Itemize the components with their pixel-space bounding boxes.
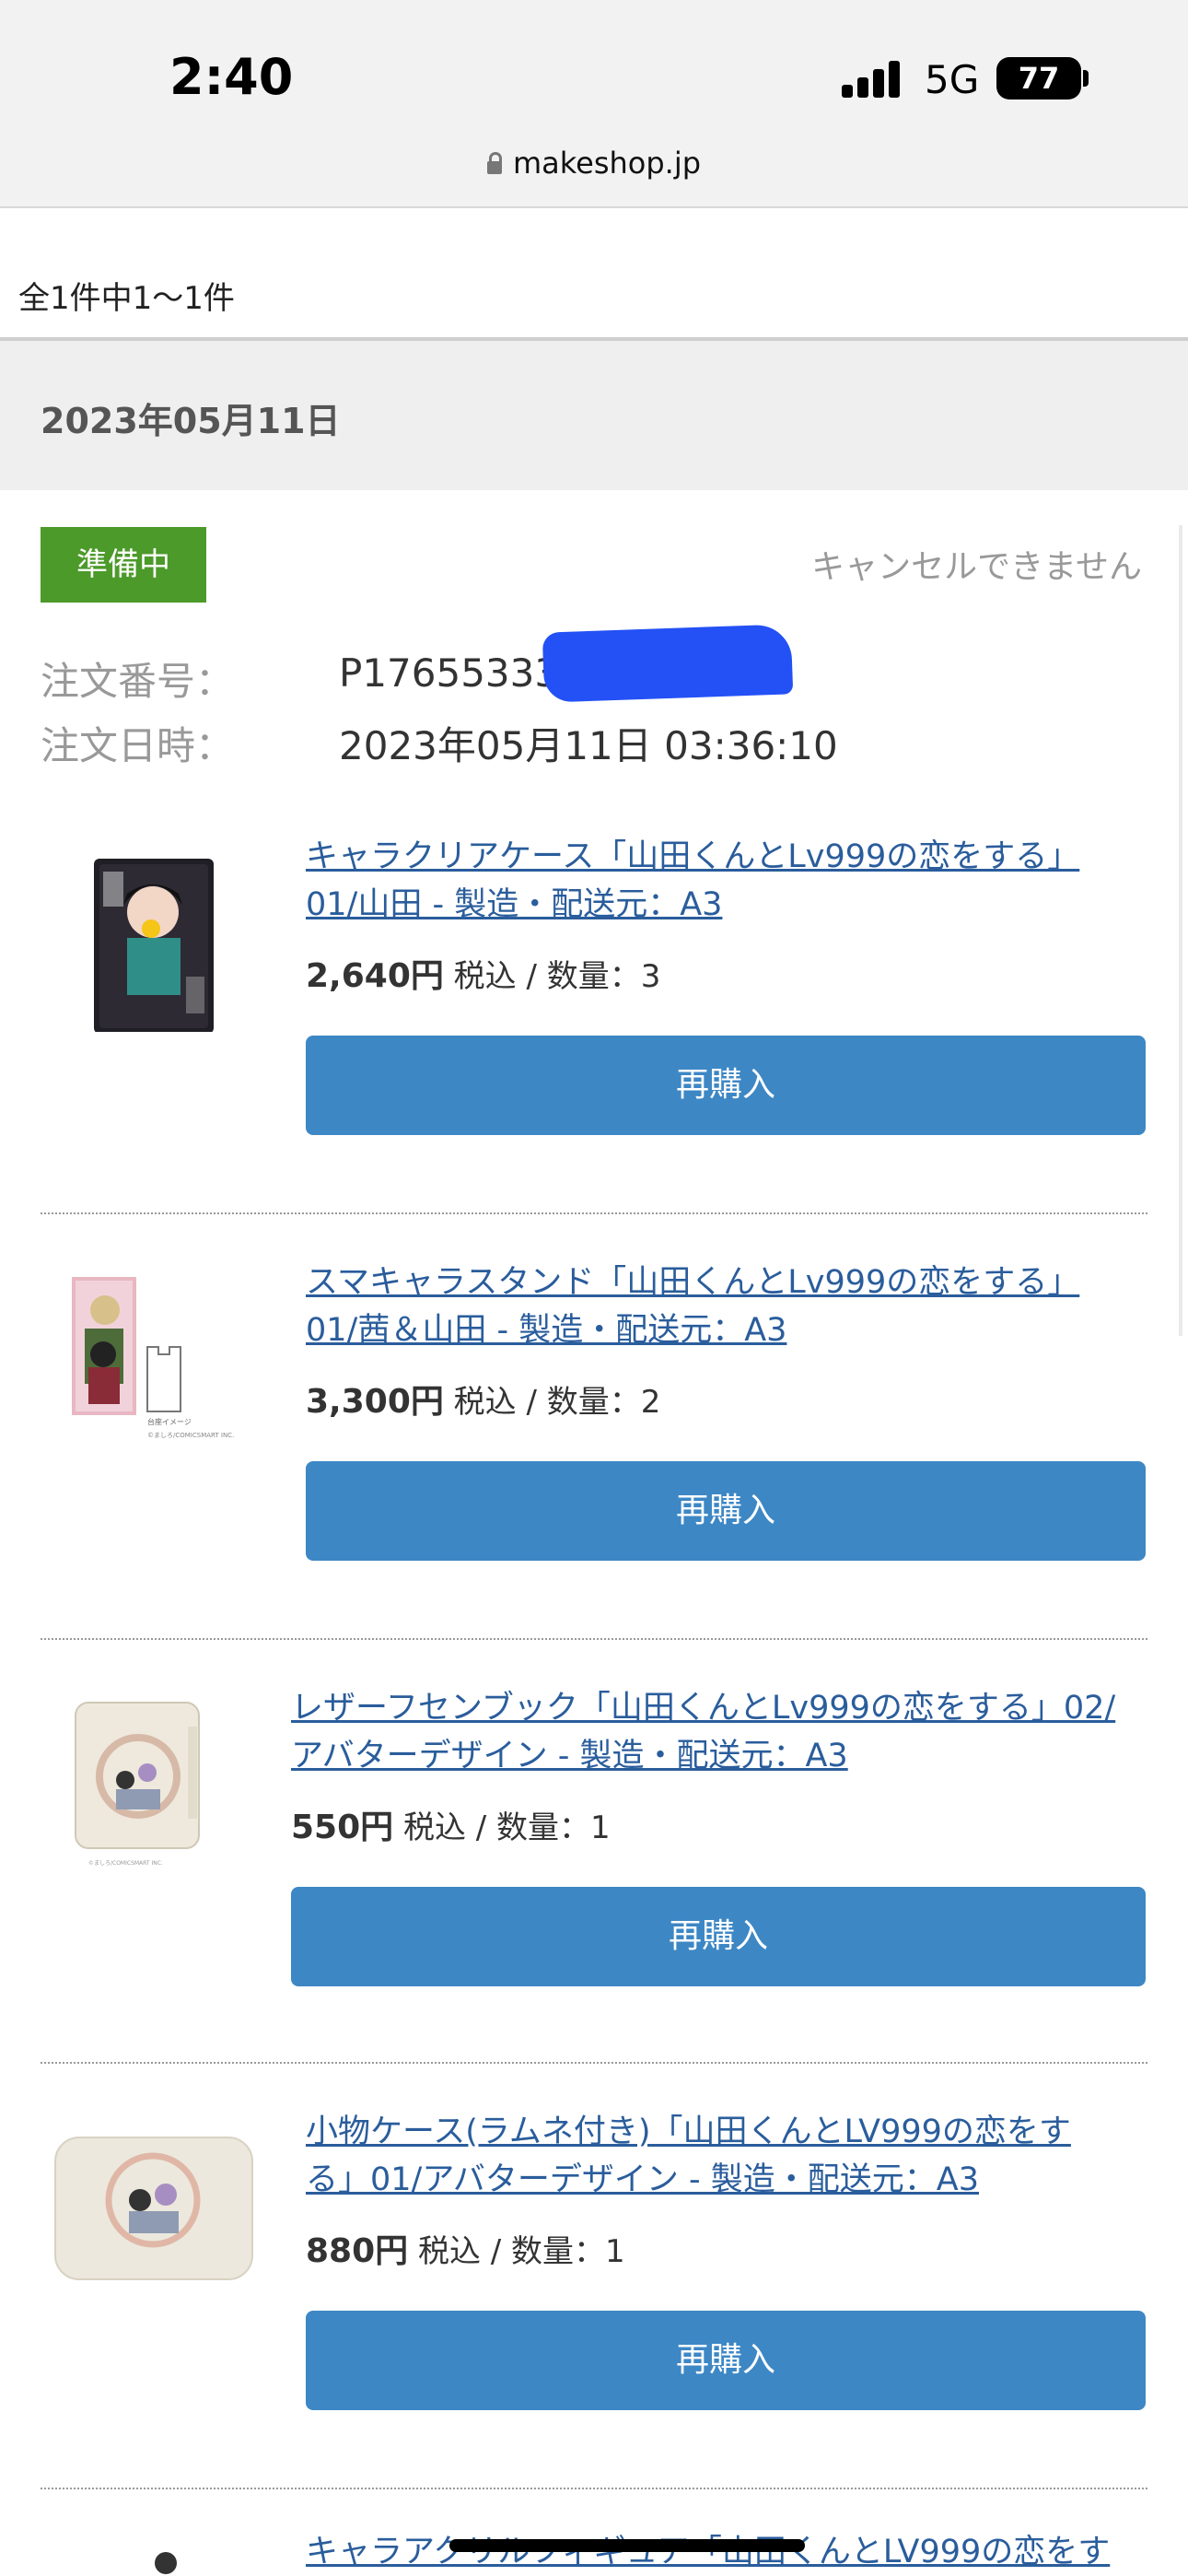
price-line: 880円 税込 / 数量：1 — [306, 2224, 625, 2272]
url-text: makeshop.jp — [512, 146, 702, 181]
product-image[interactable]: 台座イメージ ©ましろ/COMICSMART INC. — [52, 1246, 263, 1458]
price: 3,300円 — [306, 1383, 444, 1421]
price-detail: 税込 / 数量：3 — [443, 958, 661, 995]
rebuy-button[interactable]: 再購入 — [306, 1461, 1146, 1561]
browser-header: 2:40 5G 77 makeshop.jp — [0, 0, 1188, 208]
status-badge: 準備中 — [41, 527, 206, 603]
status-time: 2:40 — [169, 48, 294, 106]
lock-icon — [486, 152, 502, 174]
product-image[interactable]: ©ましろ/COMICSMART INC. — [52, 1671, 263, 1883]
rebuy-button[interactable]: 再購入 — [291, 1887, 1146, 1986]
product-link[interactable]: キャラクリアケース「山田くんとLv999の恋をする」 01/山田 - 製造・配送元… — [306, 833, 1135, 929]
result-count: 全1件中1〜1件 — [18, 280, 235, 317]
order-datetime-value: 2023年05月11日 03:36:10 — [339, 723, 838, 768]
item-divider — [41, 2062, 1147, 2064]
order-date: 2023年05月11日 — [41, 401, 341, 441]
cancel-note: キャンセルできません — [811, 548, 1142, 586]
scroll-track — [1179, 525, 1182, 1336]
product-image[interactable]: ©ましろ/COMICSMART INC. — [52, 2095, 263, 2307]
url-bar[interactable]: makeshop.jp — [0, 146, 1188, 181]
price-detail: 税込 / 数量：1 — [408, 2233, 625, 2270]
home-indicator — [449, 2539, 805, 2552]
order-datetime-label: 注文日時： — [41, 723, 235, 768]
product-image[interactable]: ©ましろ/COMICSMART INC. — [52, 820, 263, 1032]
price-line: 2,640円 税込 / 数量：3 — [306, 949, 660, 997]
item-divider — [41, 2488, 1147, 2489]
copyright-text: ©ましろ/COMICSMART INC. — [147, 1432, 234, 1439]
product-link[interactable]: キャラアクリルフィギュア「山田くんとLV999の恋をす — [306, 2528, 1135, 2576]
redaction-mark — [542, 624, 794, 703]
product-link[interactable]: スマキャラスタンド「山田くんとLv999の恋をする」 01/茜＆山田 - 製造・配… — [306, 1259, 1135, 1354]
copyright-text: ©ましろ/COMICSMART INC. — [88, 1860, 163, 1867]
stand-note-text: 台座イメージ — [147, 1417, 192, 1426]
price-line: 3,300円 税込 / 数量：2 — [306, 1375, 660, 1423]
order-number-value: P17655333 — [339, 650, 560, 696]
signal-icon — [842, 61, 901, 98]
product-image[interactable] — [138, 2545, 193, 2576]
order-number-label: 注文番号： — [41, 659, 235, 704]
product-link[interactable]: レザーフセンブック「山田くんとLv999の恋をする」02/アバターデザイン - … — [291, 1684, 1147, 1780]
item-divider — [41, 1212, 1147, 1214]
order-date-header: 2023年05月11日 — [0, 337, 1188, 490]
rebuy-button[interactable]: 再購入 — [306, 1036, 1146, 1135]
price-line: 550円 税込 / 数量：1 — [291, 1800, 611, 1848]
price: 880円 — [306, 2232, 409, 2270]
price-detail: 税込 / 数量：2 — [443, 1384, 661, 1421]
battery-icon: 77 — [996, 57, 1081, 100]
price: 2,640円 — [306, 957, 444, 995]
item-divider — [41, 1638, 1147, 1640]
network-label: 5G — [925, 57, 980, 102]
rebuy-button[interactable]: 再購入 — [306, 2311, 1146, 2410]
price: 550円 — [291, 1809, 394, 1846]
product-link[interactable]: 小物ケース(ラムネ付き)「山田くんとLV999の恋をす る」01/アバターデザイン… — [306, 2108, 1135, 2204]
battery-tip — [1083, 70, 1089, 87]
price-detail: 税込 / 数量：1 — [393, 1809, 611, 1846]
